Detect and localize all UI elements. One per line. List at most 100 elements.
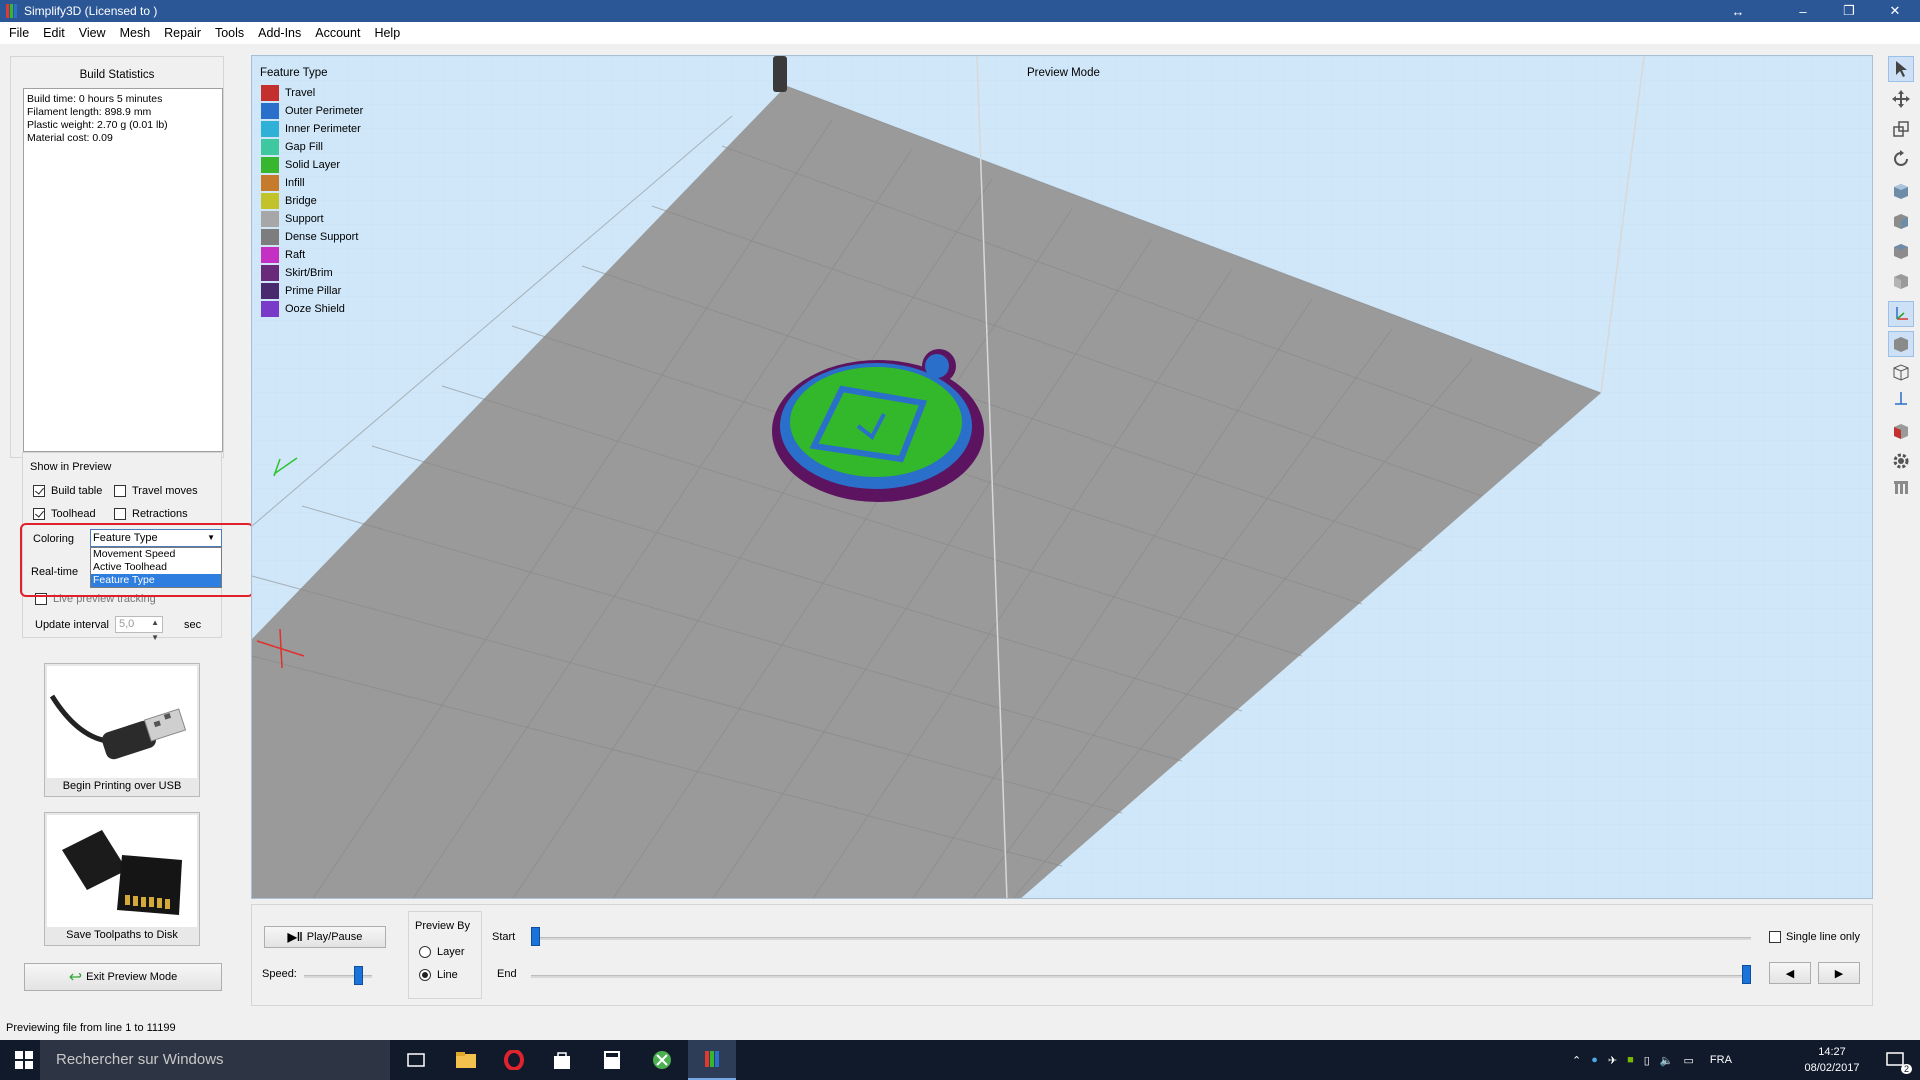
end-slider-track[interactable] — [531, 975, 1751, 978]
support-pillars-icon[interactable] — [1888, 474, 1914, 500]
single-line-only-checkbox[interactable] — [1769, 931, 1781, 943]
legend-swatch — [261, 193, 279, 209]
begin-printing-usb-button[interactable]: Begin Printing over USB — [44, 663, 200, 797]
single-line-only-label: Single line only — [1786, 931, 1860, 943]
save-toolpaths-disk-button[interactable]: Save Toolpaths to Disk — [44, 812, 200, 946]
close-button[interactable]: ✕ — [1872, 0, 1918, 22]
start-slider-track[interactable] — [531, 937, 1751, 940]
task-view-icon[interactable] — [392, 1040, 440, 1080]
z-axis-icon[interactable] — [1888, 386, 1914, 412]
travel-moves-label: Travel moves — [132, 485, 198, 497]
opera-browser-icon[interactable] — [490, 1040, 538, 1080]
travel-moves-checkbox[interactable] — [114, 485, 126, 497]
volume-icon[interactable]: 🔈 — [1660, 1054, 1674, 1067]
display-icon[interactable]: ▭ — [1684, 1054, 1694, 1067]
nvidia-icon[interactable]: ■ — [1627, 1054, 1634, 1066]
rotate-icon[interactable] — [1888, 146, 1914, 172]
save-toolpaths-disk-label: Save Toolpaths to Disk — [66, 929, 178, 941]
menu-tools[interactable]: Tools — [208, 22, 251, 44]
restore-button[interactable]: ❐ — [1826, 0, 1872, 22]
legend-swatch — [261, 265, 279, 281]
resize-arrows-icon[interactable]: ↔ — [1715, 0, 1761, 22]
legend-swatch — [261, 139, 279, 155]
menu-account[interactable]: Account — [308, 22, 367, 44]
speed-slider-thumb[interactable] — [354, 966, 363, 985]
exit-preview-mode-button[interactable]: ↩ Exit Preview Mode — [24, 963, 222, 991]
exit-preview-mode-label: Exit Preview Mode — [86, 971, 178, 983]
legend-item: Infill — [261, 174, 363, 192]
start-label: Start — [492, 931, 516, 943]
system-tray: ⌃ ● ✈ ■ ▯ 🔈 ▭ FRA — [1572, 1040, 1732, 1080]
legend-label: Travel — [285, 87, 316, 99]
menu-help[interactable]: Help — [367, 22, 407, 44]
calculator-icon[interactable] — [588, 1040, 636, 1080]
preview-by-layer-radio[interactable] — [419, 946, 431, 958]
preview-by-title: Preview By — [415, 920, 471, 932]
taskbar-search-input[interactable]: Rechercher sur Windows — [40, 1040, 390, 1080]
axes-icon[interactable] — [1888, 301, 1914, 327]
preview-by-layer-label: Layer — [437, 946, 465, 958]
update-interval-spinbox[interactable]: 5,0 ▲ ▼ — [115, 616, 163, 642]
minimize-button[interactable]: – — [1780, 0, 1826, 22]
preview-mode-label: Preview Mode — [1027, 67, 1100, 79]
spin-arrows-icon[interactable]: ▲ ▼ — [151, 615, 159, 645]
preview-by-line-label: Line — [437, 969, 458, 981]
view-front-cube-icon[interactable] — [1888, 208, 1914, 234]
cross-section-icon[interactable] — [1888, 418, 1914, 444]
view-side-cube-icon[interactable] — [1888, 268, 1914, 294]
network-plane-icon[interactable]: ✈ — [1608, 1054, 1617, 1067]
3d-viewport[interactable]: Feature Type Travel Outer Perimeter Inne… — [251, 55, 1873, 899]
retractions-checkbox[interactable] — [114, 508, 126, 520]
update-interval-label: Update interval — [35, 619, 109, 631]
menu-mesh[interactable]: Mesh — [113, 22, 158, 44]
menu-add-ins[interactable]: Add-Ins — [251, 22, 308, 44]
clock[interactable]: 14:27 08/02/2017 — [1796, 1044, 1868, 1076]
select-cursor-icon[interactable] — [1888, 56, 1914, 82]
legend-label: Solid Layer — [285, 159, 341, 171]
file-explorer-icon[interactable] — [442, 1040, 490, 1080]
build-plate-render — [252, 56, 1872, 898]
play-pause-button[interactable]: ▶‖ Play/Pause — [264, 926, 386, 948]
build-table-checkbox[interactable] — [33, 485, 45, 497]
wireframe-view-icon[interactable] — [1888, 359, 1914, 385]
toolhead-checkbox[interactable] — [33, 508, 45, 520]
build-statistics-box: Build time: 0 hours 5 minutes Filament l… — [23, 88, 223, 452]
legend-item: Skirt/Brim — [261, 264, 363, 282]
menu-view[interactable]: View — [72, 22, 113, 44]
start-slider-thumb[interactable] — [531, 927, 540, 946]
build-table-label: Build table — [51, 485, 103, 497]
teamviewer-icon[interactable]: ● — [1591, 1054, 1598, 1066]
chevron-up-icon[interactable]: ⌃ — [1572, 1054, 1581, 1067]
xbox-icon[interactable] — [638, 1040, 686, 1080]
stat-filament-length: Filament length: 898.9 mm — [27, 106, 152, 118]
store-icon[interactable] — [538, 1040, 586, 1080]
legend-swatch — [261, 157, 279, 173]
end-label: End — [497, 968, 517, 980]
simplify3d-taskbar-icon[interactable] — [688, 1040, 736, 1080]
notifications-icon[interactable]: 2 — [1872, 1040, 1920, 1080]
scale-icon[interactable] — [1888, 116, 1914, 142]
step-forward-button[interactable]: ▶ — [1818, 962, 1860, 984]
language-indicator[interactable]: FRA — [1710, 1054, 1732, 1066]
clock-date: 08/02/2017 — [1804, 1062, 1860, 1074]
step-back-button[interactable]: ◀ — [1769, 962, 1811, 984]
solid-view-icon[interactable] — [1888, 331, 1914, 357]
view-top-cube-icon[interactable] — [1888, 238, 1914, 264]
legend-item: Gap Fill — [261, 138, 363, 156]
preview-by-line-radio[interactable] — [419, 969, 431, 981]
speed-label: Speed: — [262, 968, 297, 980]
legend-item: Outer Perimeter — [261, 102, 363, 120]
legend-swatch — [261, 175, 279, 191]
preview-controls: ▶‖ Play/Pause Speed: Preview By Layer Li… — [251, 904, 1873, 1006]
legend-swatch — [261, 229, 279, 245]
settings-gear-icon[interactable] — [1888, 448, 1914, 474]
menu-file[interactable]: File — [2, 22, 36, 44]
stat-plastic-weight: Plastic weight: 2.70 g (0.01 lb) — [27, 119, 168, 131]
menu-edit[interactable]: Edit — [36, 22, 72, 44]
menu-repair[interactable]: Repair — [157, 22, 208, 44]
view-default-cube-icon[interactable] — [1888, 178, 1914, 204]
usb-cable-icon — [47, 666, 197, 778]
battery-icon[interactable]: ▯ — [1644, 1054, 1650, 1067]
end-slider-thumb[interactable] — [1742, 965, 1751, 984]
move-icon[interactable] — [1888, 86, 1914, 112]
